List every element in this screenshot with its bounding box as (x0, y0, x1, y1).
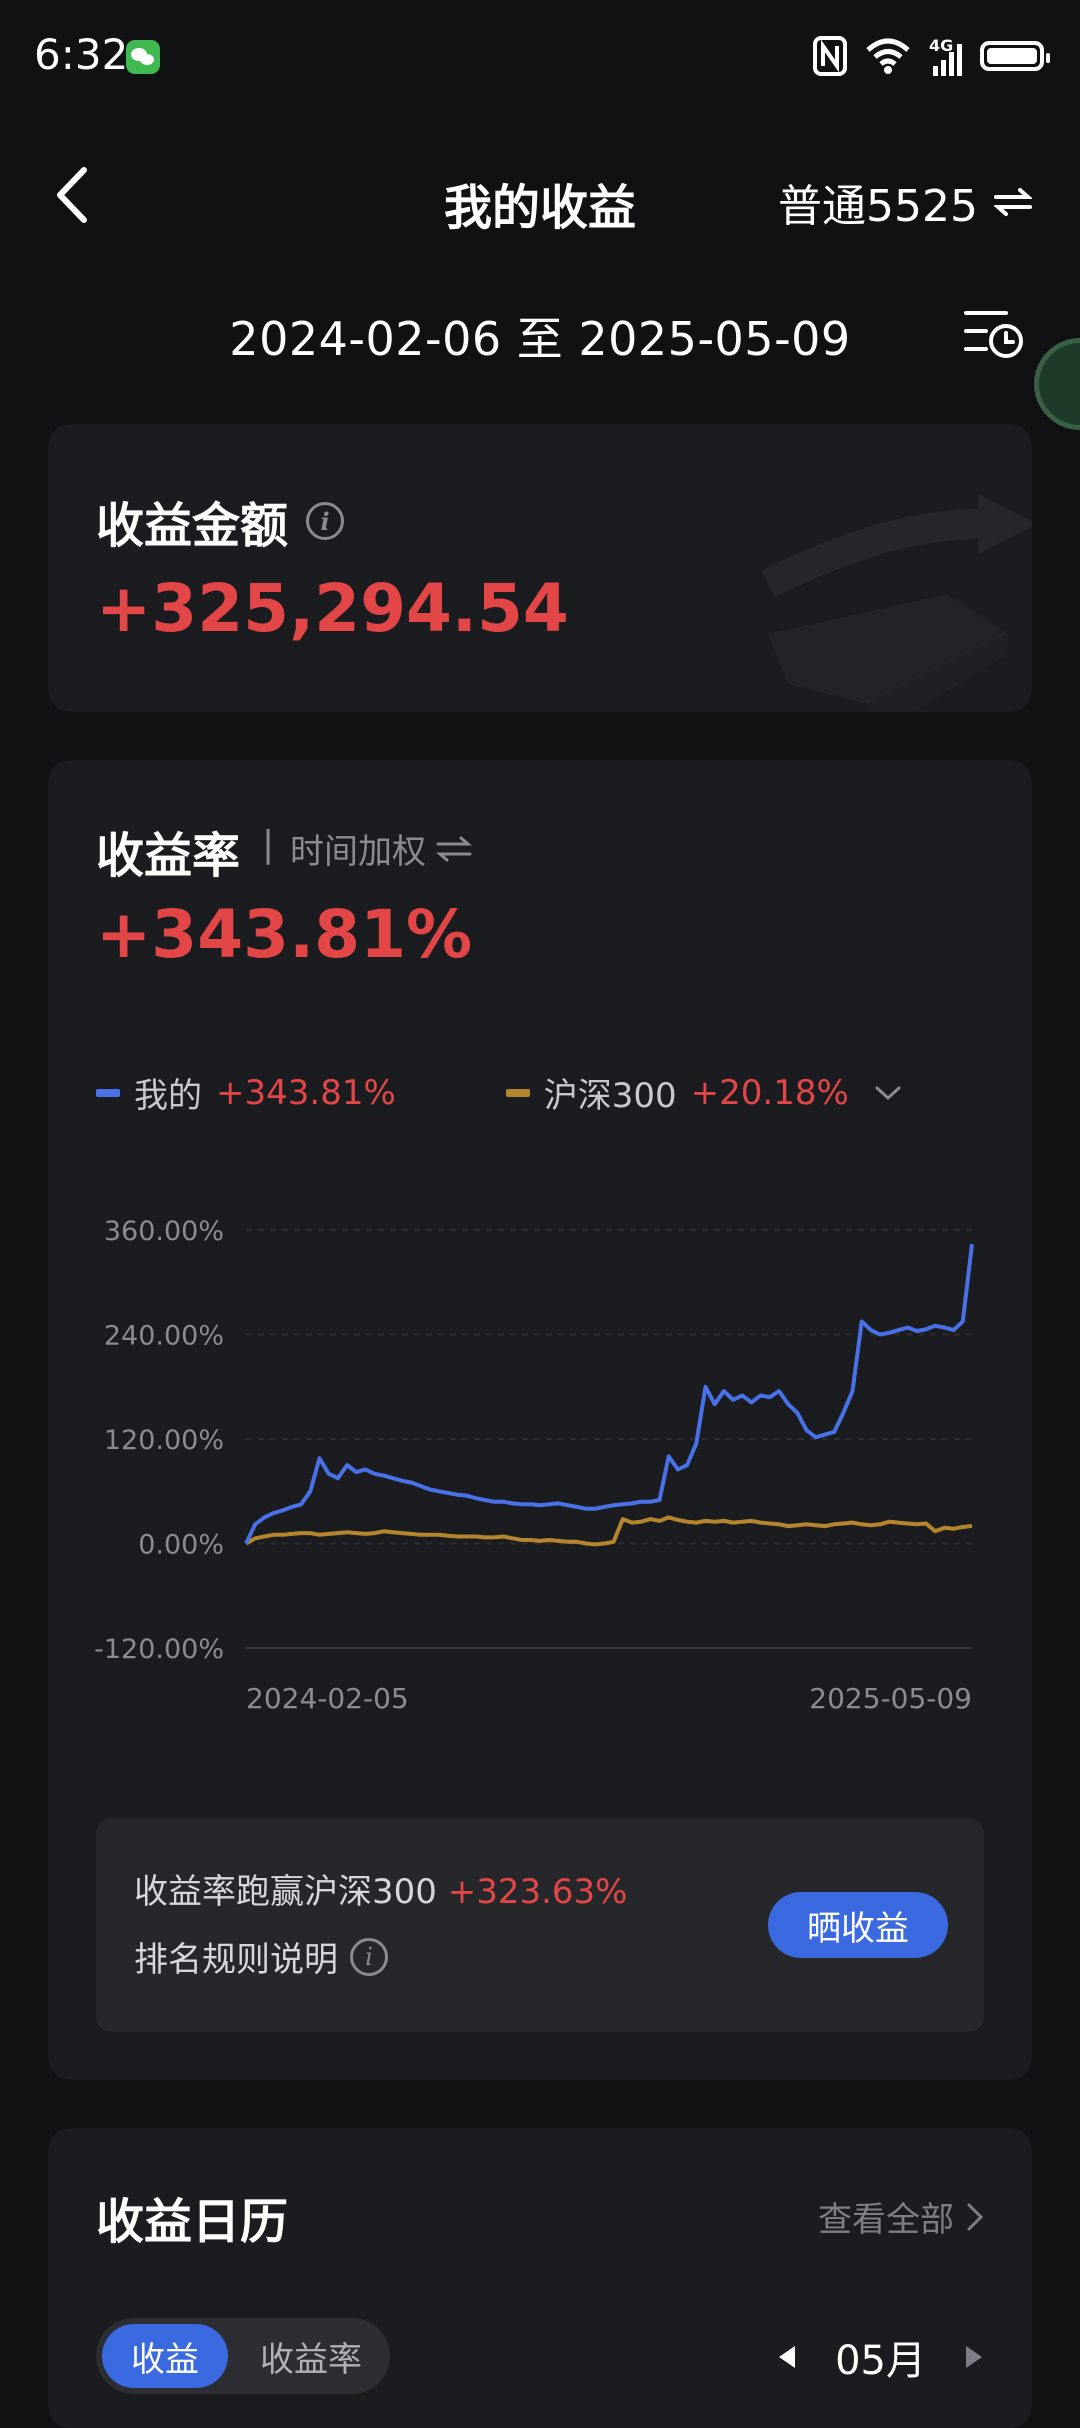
nfc-icon (813, 36, 847, 76)
legend-item-benchmark[interactable]: 沪深300 +20.18% (505, 1068, 903, 1117)
info-icon: i (350, 1937, 388, 1976)
rules-label: 排名规则说明 (134, 1940, 338, 1980)
legend-label-benchmark: 沪深300 (543, 1076, 677, 1116)
account-name: 普通5525 (778, 181, 978, 232)
rate-method-toggle[interactable]: 时间加权 (290, 824, 472, 873)
rate-label: 收益率 (96, 828, 241, 884)
return-rate-chart: 360.00% 240.00% 120.00% 0.00% -120.00% 2024-… (94, 1216, 974, 1715)
rate-method-label: 时间加权 (290, 832, 426, 872)
rules-link[interactable]: 排名规则说明 i (134, 1932, 388, 1981)
calendar-card: 收益日历 查看全部 收益 收益率 05月 (48, 2128, 1032, 2428)
view-all-link[interactable]: 查看全部 (818, 2192, 984, 2241)
status-icons: 4G (813, 34, 1050, 78)
calendar-mode-toggle: 收益 收益率 (96, 2318, 390, 2394)
battery-icon (980, 41, 1050, 71)
decorative-chart-graphic (761, 494, 1032, 712)
tab-return-rate[interactable]: 收益率 (246, 2324, 376, 2388)
tab-returns[interactable]: 收益 (102, 2324, 228, 2388)
prev-month-icon[interactable] (777, 2344, 797, 2370)
compare-text: 收益率跑赢沪深300 +323.63% (134, 1864, 627, 1913)
y-tick-label: 120.00% (104, 1425, 224, 1456)
amount-label-text: 收益金额 (96, 498, 289, 554)
rate-value: +343.81% (96, 896, 473, 973)
compare-label: 收益率跑赢沪深300 (134, 1872, 437, 1912)
wechat-notification-icon (126, 40, 160, 74)
date-range[interactable]: 2024-02-06 至 2025-05-09 (0, 303, 1080, 369)
account-switch[interactable]: 普通5525 (778, 170, 1032, 234)
y-tick-label: 240.00% (104, 1321, 224, 1352)
y-tick-label: -120.00% (94, 1634, 224, 1665)
chevron-right-icon (967, 2203, 984, 2230)
current-month: 05月 (835, 2338, 926, 2384)
month-navigator: 05月 (777, 2328, 984, 2386)
series-line-benchmark (245, 1515, 973, 1547)
series-line-mine (244, 1243, 974, 1545)
history-button[interactable] (962, 305, 1026, 361)
legend-swatch-mine (96, 1088, 120, 1097)
signal-4g-icon: 4G (929, 36, 962, 76)
legend-swatch-benchmark (505, 1088, 530, 1097)
y-tick-label: 360.00% (104, 1216, 224, 1247)
calendar-title: 收益日历 (96, 2194, 289, 2250)
rate-card: 收益率 | 时间加权 +343.81% 我的 +343.81% 沪深300 +2… (48, 760, 1032, 2080)
swap-arrows-icon (994, 188, 1032, 216)
chevron-down-icon (875, 1086, 901, 1100)
compare-value: +323.63% (447, 1872, 628, 1912)
view-all-label: 查看全部 (818, 2200, 954, 2240)
x-axis-end-label: 2025-05-09 (809, 1682, 972, 1715)
swap-arrows-icon (436, 836, 472, 861)
network-type: 4G (929, 36, 954, 55)
rate-separator: | (262, 824, 275, 865)
legend-value-benchmark: +20.18% (690, 1072, 849, 1113)
info-icon[interactable]: i (306, 502, 345, 540)
compare-box: 收益率跑赢沪深300 +323.63% 排名规则说明 i 晒收益 (96, 1818, 984, 2032)
legend-label-mine: 我的 (134, 1076, 202, 1116)
share-returns-button[interactable]: 晒收益 (768, 1892, 948, 1958)
x-axis-start-label: 2024-02-05 (246, 1682, 409, 1715)
chart-legend: 我的 +343.81% 沪深300 +20.18% (96, 1068, 903, 1117)
amount-value: +325,294.54 (96, 570, 569, 647)
legend-value-mine: +343.81% (216, 1072, 396, 1113)
amount-card: 收益金额 i +325,294.54 (48, 424, 1032, 712)
y-tick-label: 0.00% (138, 1530, 224, 1561)
wifi-icon (866, 38, 910, 74)
legend-item-mine: 我的 +343.81% (96, 1068, 396, 1117)
status-time: 6:32 (34, 30, 129, 79)
history-list-icon (964, 311, 1023, 358)
amount-label: 收益金额 i (96, 486, 345, 556)
next-month-icon[interactable] (964, 2344, 984, 2370)
